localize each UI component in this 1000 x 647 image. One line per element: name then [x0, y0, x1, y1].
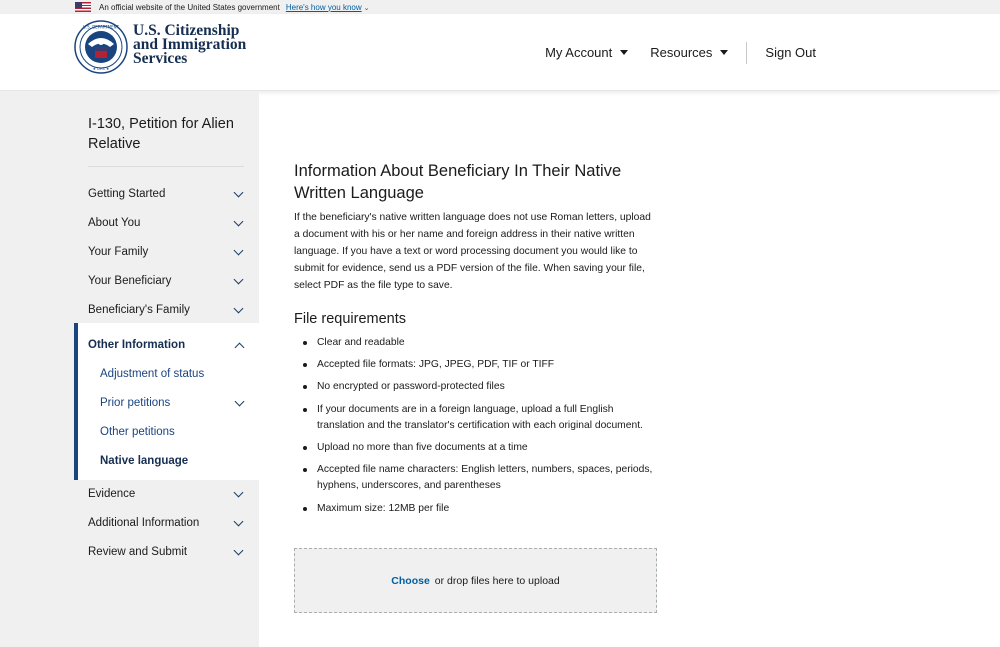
file-requirements-list: Clear and readable Accepted file formats… [294, 335, 658, 523]
chevron-down-icon [233, 487, 244, 497]
header-nav: My Account Resources Sign Out [545, 14, 816, 91]
svg-text:★ DHS ★: ★ DHS ★ [93, 67, 109, 71]
sidebar-subitem-adjustment-of-status[interactable]: Adjustment of status [100, 364, 249, 384]
sidebar: I-130, Petition for Alien Relative Getti… [0, 91, 259, 647]
svg-text:U.S. DEPARTMENT: U.S. DEPARTMENT [83, 25, 120, 30]
sidebar-subitem-native-language[interactable]: Native language [100, 451, 249, 471]
list-item: Accepted file formats: JPG, JPEG, PDF, T… [294, 357, 658, 373]
chevron-down-icon [233, 516, 244, 526]
nav-divider [746, 41, 748, 64]
caret-down-icon [720, 50, 729, 55]
resources-menu[interactable]: Resources [650, 45, 729, 60]
sidebar-item-other-information[interactable]: Other Information [88, 335, 249, 355]
list-item: No encrypted or password-protected files [294, 379, 658, 395]
list-item: Upload no more than five documents at a … [294, 440, 658, 456]
form-title: I-130, Petition for Alien Relative [88, 116, 234, 152]
gov-banner-text: An official website of the United States… [99, 2, 280, 12]
my-account-menu[interactable]: My Account [545, 45, 629, 60]
dhs-seal-icon: U.S. DEPARTMENT ★ DHS ★ [74, 20, 128, 74]
file-upload-dropzone[interactable]: Choose or drop files here to upload [294, 548, 657, 613]
chevron-down-icon [233, 545, 244, 555]
site-header: U.S. DEPARTMENT ★ DHS ★ U.S. Citizenship… [0, 14, 1000, 91]
divider [88, 166, 244, 167]
sidebar-item-your-family[interactable]: Your Family [88, 242, 248, 262]
sidebar-item-about-you[interactable]: About You [88, 213, 248, 233]
gov-banner: An official website of the United States… [0, 0, 1000, 14]
sign-out-link[interactable]: Sign Out [765, 45, 816, 60]
chevron-up-icon [234, 342, 245, 352]
intro-text: If the beneficiary's native written lang… [294, 212, 651, 291]
sidebar-subitem-prior-petitions[interactable]: Prior petitions [100, 393, 249, 413]
chevron-down-icon [234, 396, 245, 406]
sidebar-item-getting-started[interactable]: Getting Started [88, 184, 248, 204]
chevron-down-icon [233, 245, 244, 255]
list-item: If your documents are in a foreign langu… [294, 402, 658, 434]
page-title: Information About Beneficiary In Their N… [294, 162, 622, 202]
logo-text: U.S. Citizenship and Immigration Service… [133, 22, 247, 67]
list-item: Maximum size: 12MB per file [294, 501, 658, 517]
list-item: Clear and readable [294, 335, 658, 351]
chevron-down-icon: ⌄ [363, 4, 370, 12]
sidebar-section-other-information: Other Information Adjustment of status P… [74, 323, 259, 480]
list-item: Accepted file name characters: English l… [294, 462, 658, 494]
sidebar-item-evidence[interactable]: Evidence [88, 484, 248, 504]
heres-how-you-know-link[interactable]: Here's how you know ⌄ [286, 3, 370, 12]
chevron-down-icon [233, 274, 244, 284]
uscis-logo[interactable]: U.S. DEPARTMENT ★ DHS ★ U.S. Citizenship… [74, 20, 246, 74]
chevron-down-icon [233, 216, 244, 226]
chevron-down-icon [233, 187, 244, 197]
caret-down-icon [620, 50, 629, 55]
chevron-down-icon [233, 303, 244, 313]
sidebar-item-review-and-submit[interactable]: Review and Submit [88, 542, 248, 562]
sidebar-item-your-beneficiary[interactable]: Your Beneficiary [88, 271, 248, 291]
us-flag-icon [75, 2, 91, 12]
dropzone-text: or drop files here to upload [434, 574, 560, 587]
sidebar-item-beneficiarys-family[interactable]: Beneficiary's Family [88, 300, 248, 320]
sidebar-item-additional-information[interactable]: Additional Information [88, 513, 248, 533]
choose-file-link[interactable]: Choose [391, 575, 430, 587]
sidebar-subitem-other-petitions[interactable]: Other petitions [100, 422, 249, 442]
file-requirements-heading: File requirements [294, 311, 407, 327]
